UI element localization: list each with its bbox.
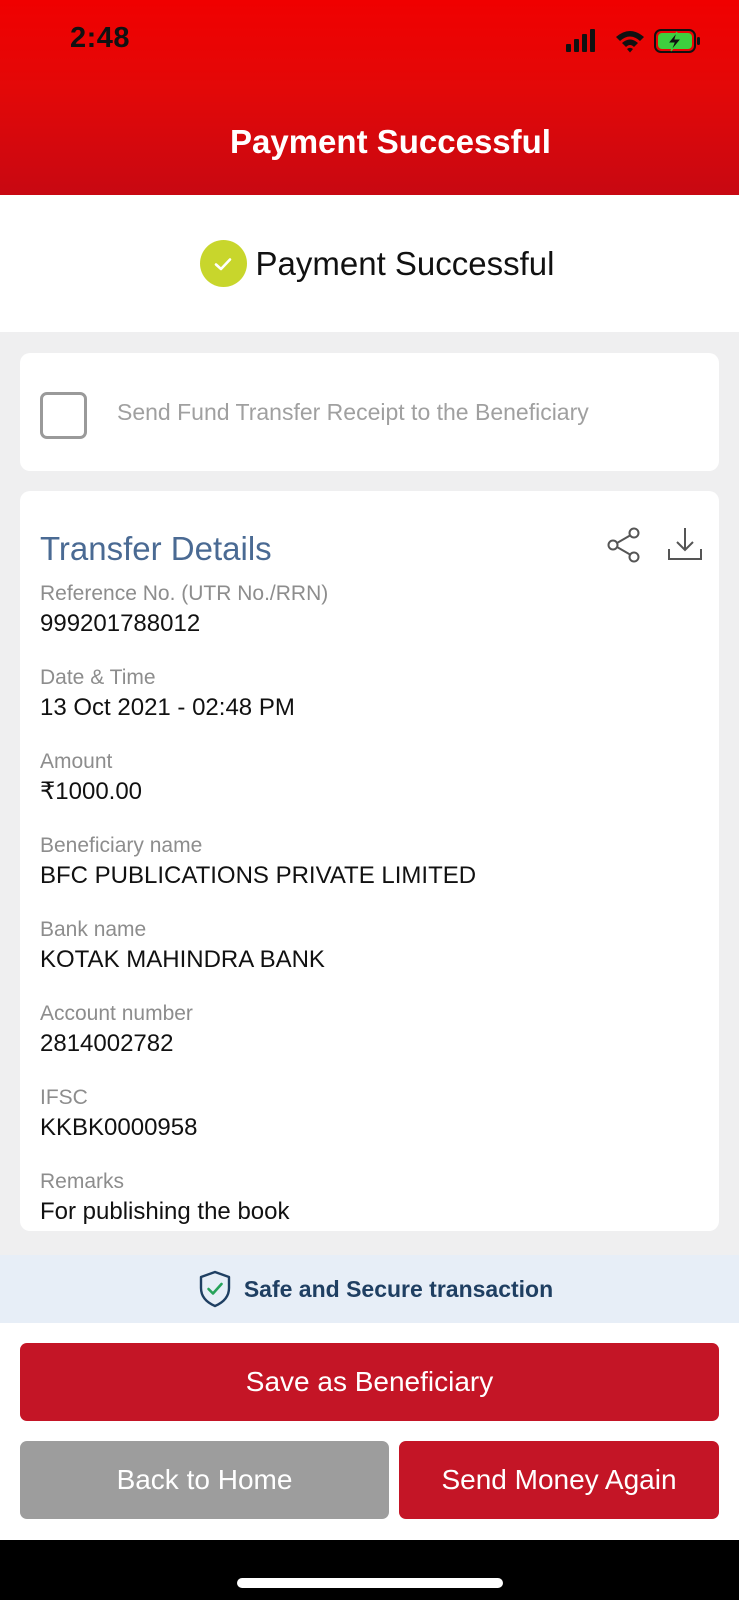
- field-label: Account number: [40, 1002, 193, 1025]
- field-label: Date & Time: [40, 666, 156, 689]
- field-value: 999201788012: [40, 610, 201, 637]
- battery-charging-icon: [654, 29, 700, 53]
- field-ifsc: IFSC KKBK0000958: [40, 1085, 700, 1143]
- field-value: 2814002782: [40, 1030, 174, 1057]
- secure-transaction-note: Safe and Secure transaction: [198, 1270, 553, 1308]
- receipt-option-card: Send Fund Transfer Receipt to the Benefi…: [20, 353, 719, 471]
- field-amount: Amount ₹1000.00: [40, 749, 700, 807]
- field-account-number: Account number 2814002782: [40, 1001, 700, 1059]
- transfer-details-title: Transfer Details: [40, 530, 272, 567]
- field-value: ₹1000.00: [40, 778, 143, 805]
- send-receipt-label[interactable]: Send Fund Transfer Receipt to the Benefi…: [117, 399, 589, 426]
- field-bank-name: Bank name KOTAK MAHINDRA BANK: [40, 917, 700, 975]
- home-indicator[interactable]: [237, 1578, 503, 1588]
- save-as-beneficiary-button[interactable]: Save as Beneficiary: [20, 1343, 719, 1421]
- status-time: 2:48: [70, 22, 131, 54]
- share-icon[interactable]: [606, 527, 642, 563]
- back-to-home-button[interactable]: Back to Home: [20, 1441, 389, 1519]
- field-value: KOTAK MAHINDRA BANK: [40, 946, 325, 973]
- success-message: Payment Successful: [199, 240, 555, 287]
- success-banner: Payment Successful: [0, 195, 739, 332]
- field-remarks: Remarks For publishing the book: [40, 1169, 700, 1227]
- home-bar: [0, 1540, 739, 1600]
- send-receipt-checkbox[interactable]: [40, 392, 87, 439]
- secure-transaction-strip: Safe and Secure transaction: [0, 1255, 739, 1323]
- field-label: Reference No. (UTR No./RRN): [40, 582, 329, 605]
- success-text: Payment Successful: [255, 244, 555, 282]
- secure-transaction-text: Safe and Secure transaction: [243, 1275, 554, 1302]
- field-label: IFSC: [40, 1086, 88, 1109]
- page-title: Payment Successful: [230, 123, 551, 160]
- check-circle-icon: [199, 240, 247, 287]
- field-value: For publishing the book: [40, 1198, 290, 1225]
- field-value: 13 Oct 2021 - 02:48 PM: [40, 694, 295, 721]
- field-value: KKBK0000958: [40, 1114, 198, 1141]
- download-icon[interactable]: [666, 525, 704, 563]
- field-label: Amount: [40, 750, 113, 773]
- payment-success-screen: 2:48 Payment Successful Payment Successf…: [0, 0, 739, 1600]
- transfer-details-card: Transfer Details Reference No. (UTR No./…: [20, 491, 719, 1231]
- field-label: Beneficiary name: [40, 834, 203, 857]
- field-value: BFC PUBLICATIONS PRIVATE LIMITED: [40, 862, 477, 889]
- wifi-icon: [616, 31, 644, 53]
- header: 2:48 Payment Successful: [0, 0, 739, 195]
- field-beneficiary-name: Beneficiary name BFC PUBLICATIONS PRIVAT…: [40, 833, 700, 891]
- status-icons: [566, 29, 700, 53]
- action-buttons: Save as Beneficiary Back to Home Send Mo…: [0, 1323, 739, 1540]
- signal-icon: [566, 29, 595, 52]
- field-reference-no: Reference No. (UTR No./RRN) 999201788012: [40, 581, 700, 639]
- send-money-again-button[interactable]: Send Money Again: [399, 1441, 719, 1519]
- shield-check-icon: [199, 1270, 231, 1308]
- field-label: Remarks: [40, 1170, 125, 1193]
- field-label: Bank name: [40, 918, 147, 941]
- field-date-time: Date & Time 13 Oct 2021 - 02:48 PM: [40, 665, 700, 723]
